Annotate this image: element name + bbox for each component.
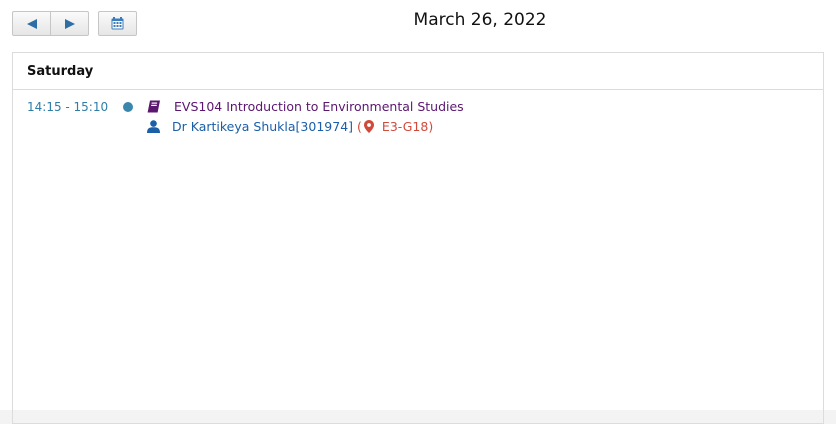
event-room-open-paren: (	[357, 119, 362, 134]
right-triangle-icon	[64, 18, 76, 30]
event-room[interactable]: E3-G18)	[382, 119, 433, 134]
day-panel: Saturday 14:15 - 15:10 EVS104 Introducti…	[12, 52, 824, 424]
calendar-button[interactable]	[98, 11, 137, 36]
event-course-row: EVS104 Introduction to Environmental Stu…	[147, 99, 464, 114]
previous-day-button[interactable]	[12, 11, 51, 36]
day-header: Saturday	[13, 53, 823, 90]
event-course-name[interactable]: EVS104 Introduction to Environmental Stu…	[174, 99, 464, 114]
next-day-button[interactable]	[51, 11, 89, 36]
calendar-icon	[111, 17, 124, 30]
toolbar	[12, 11, 137, 36]
event-instructor[interactable]: Dr Kartikeya Shukla[301974]	[172, 119, 353, 134]
map-marker-icon	[363, 120, 374, 133]
schedule-page: March 26, 2022 Saturday 14:15 - 15:10 EV…	[0, 0, 836, 424]
left-triangle-icon	[26, 18, 38, 30]
event-dot-icon	[123, 102, 133, 112]
event-details-row: Dr Kartikeya Shukla[301974] ( E3-G18)	[147, 119, 433, 134]
book-icon	[147, 100, 161, 113]
schedule-event[interactable]: 14:15 - 15:10 EVS104 Introduction to Env…	[13, 90, 823, 150]
current-date-title: March 26, 2022	[413, 10, 547, 30]
user-icon	[147, 120, 160, 133]
event-time: 14:15 - 15:10	[27, 100, 109, 114]
